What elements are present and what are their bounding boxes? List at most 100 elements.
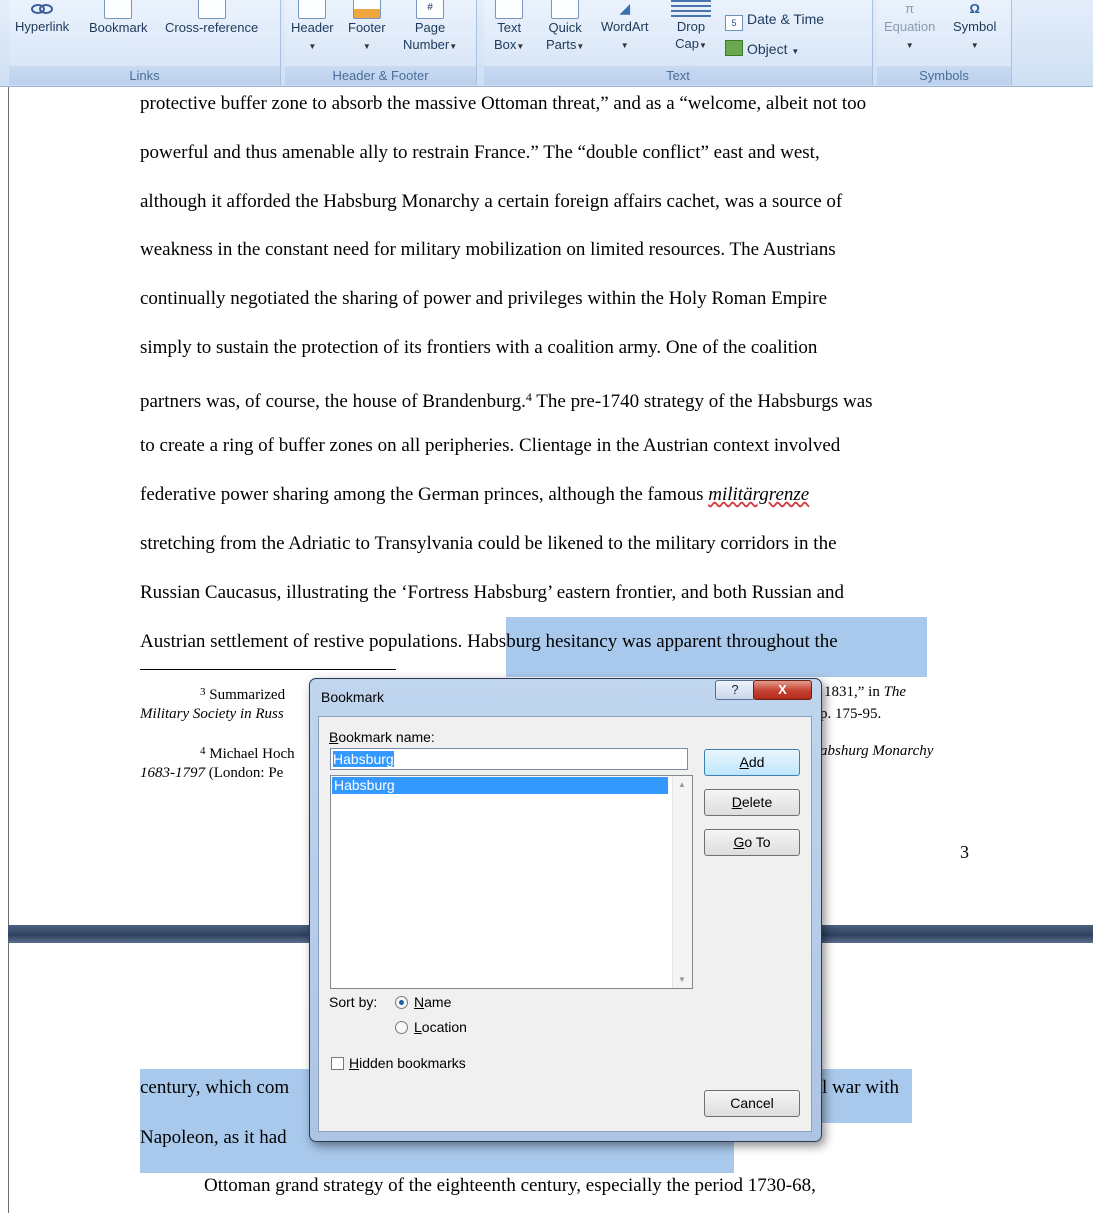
- header-button[interactable]: Header ▼: [291, 0, 334, 55]
- wordart-icon: ◢: [619, 0, 631, 16]
- list-scrollbar[interactable]: ▲ ▼: [672, 776, 692, 988]
- help-button[interactable]: ?: [715, 680, 755, 700]
- object-button[interactable]: Object ▼: [725, 40, 799, 57]
- bookmark-icon: [104, 0, 133, 19]
- page-number: 3: [960, 842, 969, 862]
- group-symbols: π Equation ▼ Ω Symbol ▼ Symbols: [877, 0, 1012, 85]
- body-line: century, which com: [140, 1077, 290, 1098]
- page-left-edge: [8, 87, 9, 925]
- cross-reference-icon: [197, 0, 226, 19]
- checkbox-icon: [331, 1057, 344, 1070]
- body-line: Ottoman grand strategy of the eighteenth…: [204, 1175, 816, 1196]
- group-links: Hyperlink Bookmark Cross-reference Links: [9, 0, 281, 85]
- group-label-text: Text: [484, 66, 872, 85]
- footnote-4-right: abshurg Monarchy: [820, 743, 934, 759]
- footnote-3-right: 1831,” in The: [824, 684, 907, 700]
- group-label-header-footer: Header & Footer: [285, 66, 476, 85]
- dialog-title: Bookmark: [321, 689, 385, 705]
- page-number-dropdown-icon: ▼: [449, 42, 458, 51]
- footer-icon: [352, 0, 381, 19]
- body-line: protective buffer zone to absorb the mas…: [140, 93, 867, 114]
- omega-icon: Ω: [969, 1, 980, 16]
- symbol-button[interactable]: Ω Symbol ▼: [953, 0, 996, 54]
- group-text: Text Box▼ Quick Parts▼ ◢ WordArt ▼ Drop …: [484, 0, 873, 85]
- equation-dropdown-icon: ▼: [905, 41, 914, 50]
- quick-parts-icon: [551, 0, 580, 19]
- symbol-dropdown-icon: ▼: [970, 41, 979, 50]
- drop-cap-button[interactable]: Drop Cap▼: [671, 0, 711, 54]
- hyperlink-button[interactable]: Hyperlink: [15, 0, 69, 35]
- group-label-symbols: Symbols: [877, 66, 1011, 85]
- calendar-icon: 5: [725, 15, 743, 31]
- body-line: l war with: [822, 1077, 900, 1098]
- bookmark-button[interactable]: Bookmark: [89, 0, 148, 36]
- bookmark-name-input[interactable]: Habsburg: [330, 748, 688, 770]
- body-line: federative power sharing among the Germa…: [140, 484, 810, 505]
- radio-selected-icon: [395, 996, 408, 1009]
- radio-unselected-icon: [395, 1021, 408, 1034]
- hidden-bookmarks-checkbox[interactable]: Hidden bookmarks: [331, 1055, 466, 1071]
- page-number-icon: #: [416, 0, 445, 19]
- page-left-edge-2: [8, 942, 9, 1213]
- body-line: Napoleon, as it had: [140, 1127, 287, 1148]
- sort-by-label: Sort by:: [329, 994, 378, 1010]
- close-icon: X: [778, 682, 787, 697]
- text-box-dropdown-icon: ▼: [516, 42, 525, 51]
- selected-text[interactable]: Habsburg hesitancy was apparent througho…: [467, 631, 838, 652]
- bookmark-dialog: Bookmark ? X Bookmark name: Habsburg Hab…: [309, 678, 822, 1142]
- object-icon: [725, 40, 743, 56]
- object-dropdown-icon: ▼: [791, 47, 800, 56]
- scroll-down-icon[interactable]: ▼: [678, 975, 686, 984]
- body-line: continually negotiated the sharing of po…: [140, 288, 828, 309]
- body-line: weakness in the constant need for milita…: [140, 239, 836, 260]
- footnote-4-line2: 1683-1797 (London: Pe: [140, 765, 284, 781]
- help-icon: ?: [731, 682, 739, 697]
- text-box-icon: [495, 0, 524, 19]
- header-icon: [298, 0, 327, 19]
- quick-parts-dropdown-icon: ▼: [576, 42, 585, 51]
- body-line: Russian Caucasus, illustrating the ‘Fort…: [140, 582, 845, 603]
- body-line: powerful and thus amenable ally to restr…: [140, 142, 820, 163]
- add-button[interactable]: Add: [704, 749, 800, 776]
- wordart-dropdown-icon: ▼: [620, 41, 629, 50]
- delete-button[interactable]: Delete: [704, 789, 800, 816]
- hyperlink-icon: [29, 0, 55, 18]
- group-label-links: Links: [9, 66, 280, 85]
- ribbon: Hyperlink Bookmark Cross-reference Links…: [0, 0, 1093, 87]
- page-number-button[interactable]: # Page Number▼: [403, 0, 457, 55]
- cross-reference-button[interactable]: Cross-reference: [165, 0, 258, 36]
- header-dropdown-icon: ▼: [308, 42, 317, 51]
- text-box-button[interactable]: Text Box▼: [494, 0, 524, 55]
- drop-cap-icon: [671, 0, 711, 18]
- body-line: Austrian settlement of restive populatio…: [140, 631, 838, 652]
- dialog-body: Bookmark name: Habsburg Habsburg ▲ ▼ Add…: [318, 716, 812, 1132]
- quick-parts-button[interactable]: Quick Parts▼: [546, 0, 584, 55]
- cancel-button[interactable]: Cancel: [704, 1090, 800, 1117]
- body-line: although it afforded the Habsburg Monarc…: [140, 191, 843, 212]
- body-line: simply to sustain the protection of its …: [140, 337, 818, 358]
- equation-button[interactable]: π Equation ▼: [884, 0, 935, 54]
- footnote-separator: [140, 669, 396, 670]
- footnote-3-line2-right: p. 175-95.: [820, 706, 882, 722]
- footnote-4: 4 Michael Hoch: [200, 745, 295, 762]
- wordart-button[interactable]: ◢ WordArt ▼: [601, 0, 648, 54]
- drop-cap-dropdown-icon: ▼: [698, 41, 707, 50]
- goto-button[interactable]: Go To: [704, 829, 800, 856]
- scroll-up-icon[interactable]: ▲: [678, 780, 686, 789]
- misspelled-word[interactable]: militärgrenze: [708, 484, 809, 505]
- group-header-footer: Header ▼ Footer ▼ # Page Number▼ Header …: [285, 0, 477, 85]
- footer-dropdown-icon: ▼: [362, 42, 371, 51]
- footnote-3: 3 Summarized: [200, 686, 286, 703]
- bookmark-name-label: Bookmark name:: [329, 729, 435, 745]
- date-time-button[interactable]: 5 Date & Time: [725, 11, 824, 31]
- sort-location-radio[interactable]: Location: [395, 1019, 467, 1035]
- bookmark-list[interactable]: Habsburg ▲ ▼: [330, 775, 693, 989]
- body-line: to create a ring of buffer zones on all …: [140, 435, 841, 456]
- body-line: stretching from the Adriatic to Transylv…: [140, 533, 837, 554]
- body-line: partners was, of course, the house of Br…: [140, 390, 873, 412]
- close-button[interactable]: X: [753, 680, 812, 700]
- footer-button[interactable]: Footer ▼: [348, 0, 386, 55]
- list-item[interactable]: Habsburg: [332, 777, 668, 794]
- equation-icon: π: [905, 1, 915, 16]
- sort-name-radio[interactable]: Name: [395, 994, 451, 1010]
